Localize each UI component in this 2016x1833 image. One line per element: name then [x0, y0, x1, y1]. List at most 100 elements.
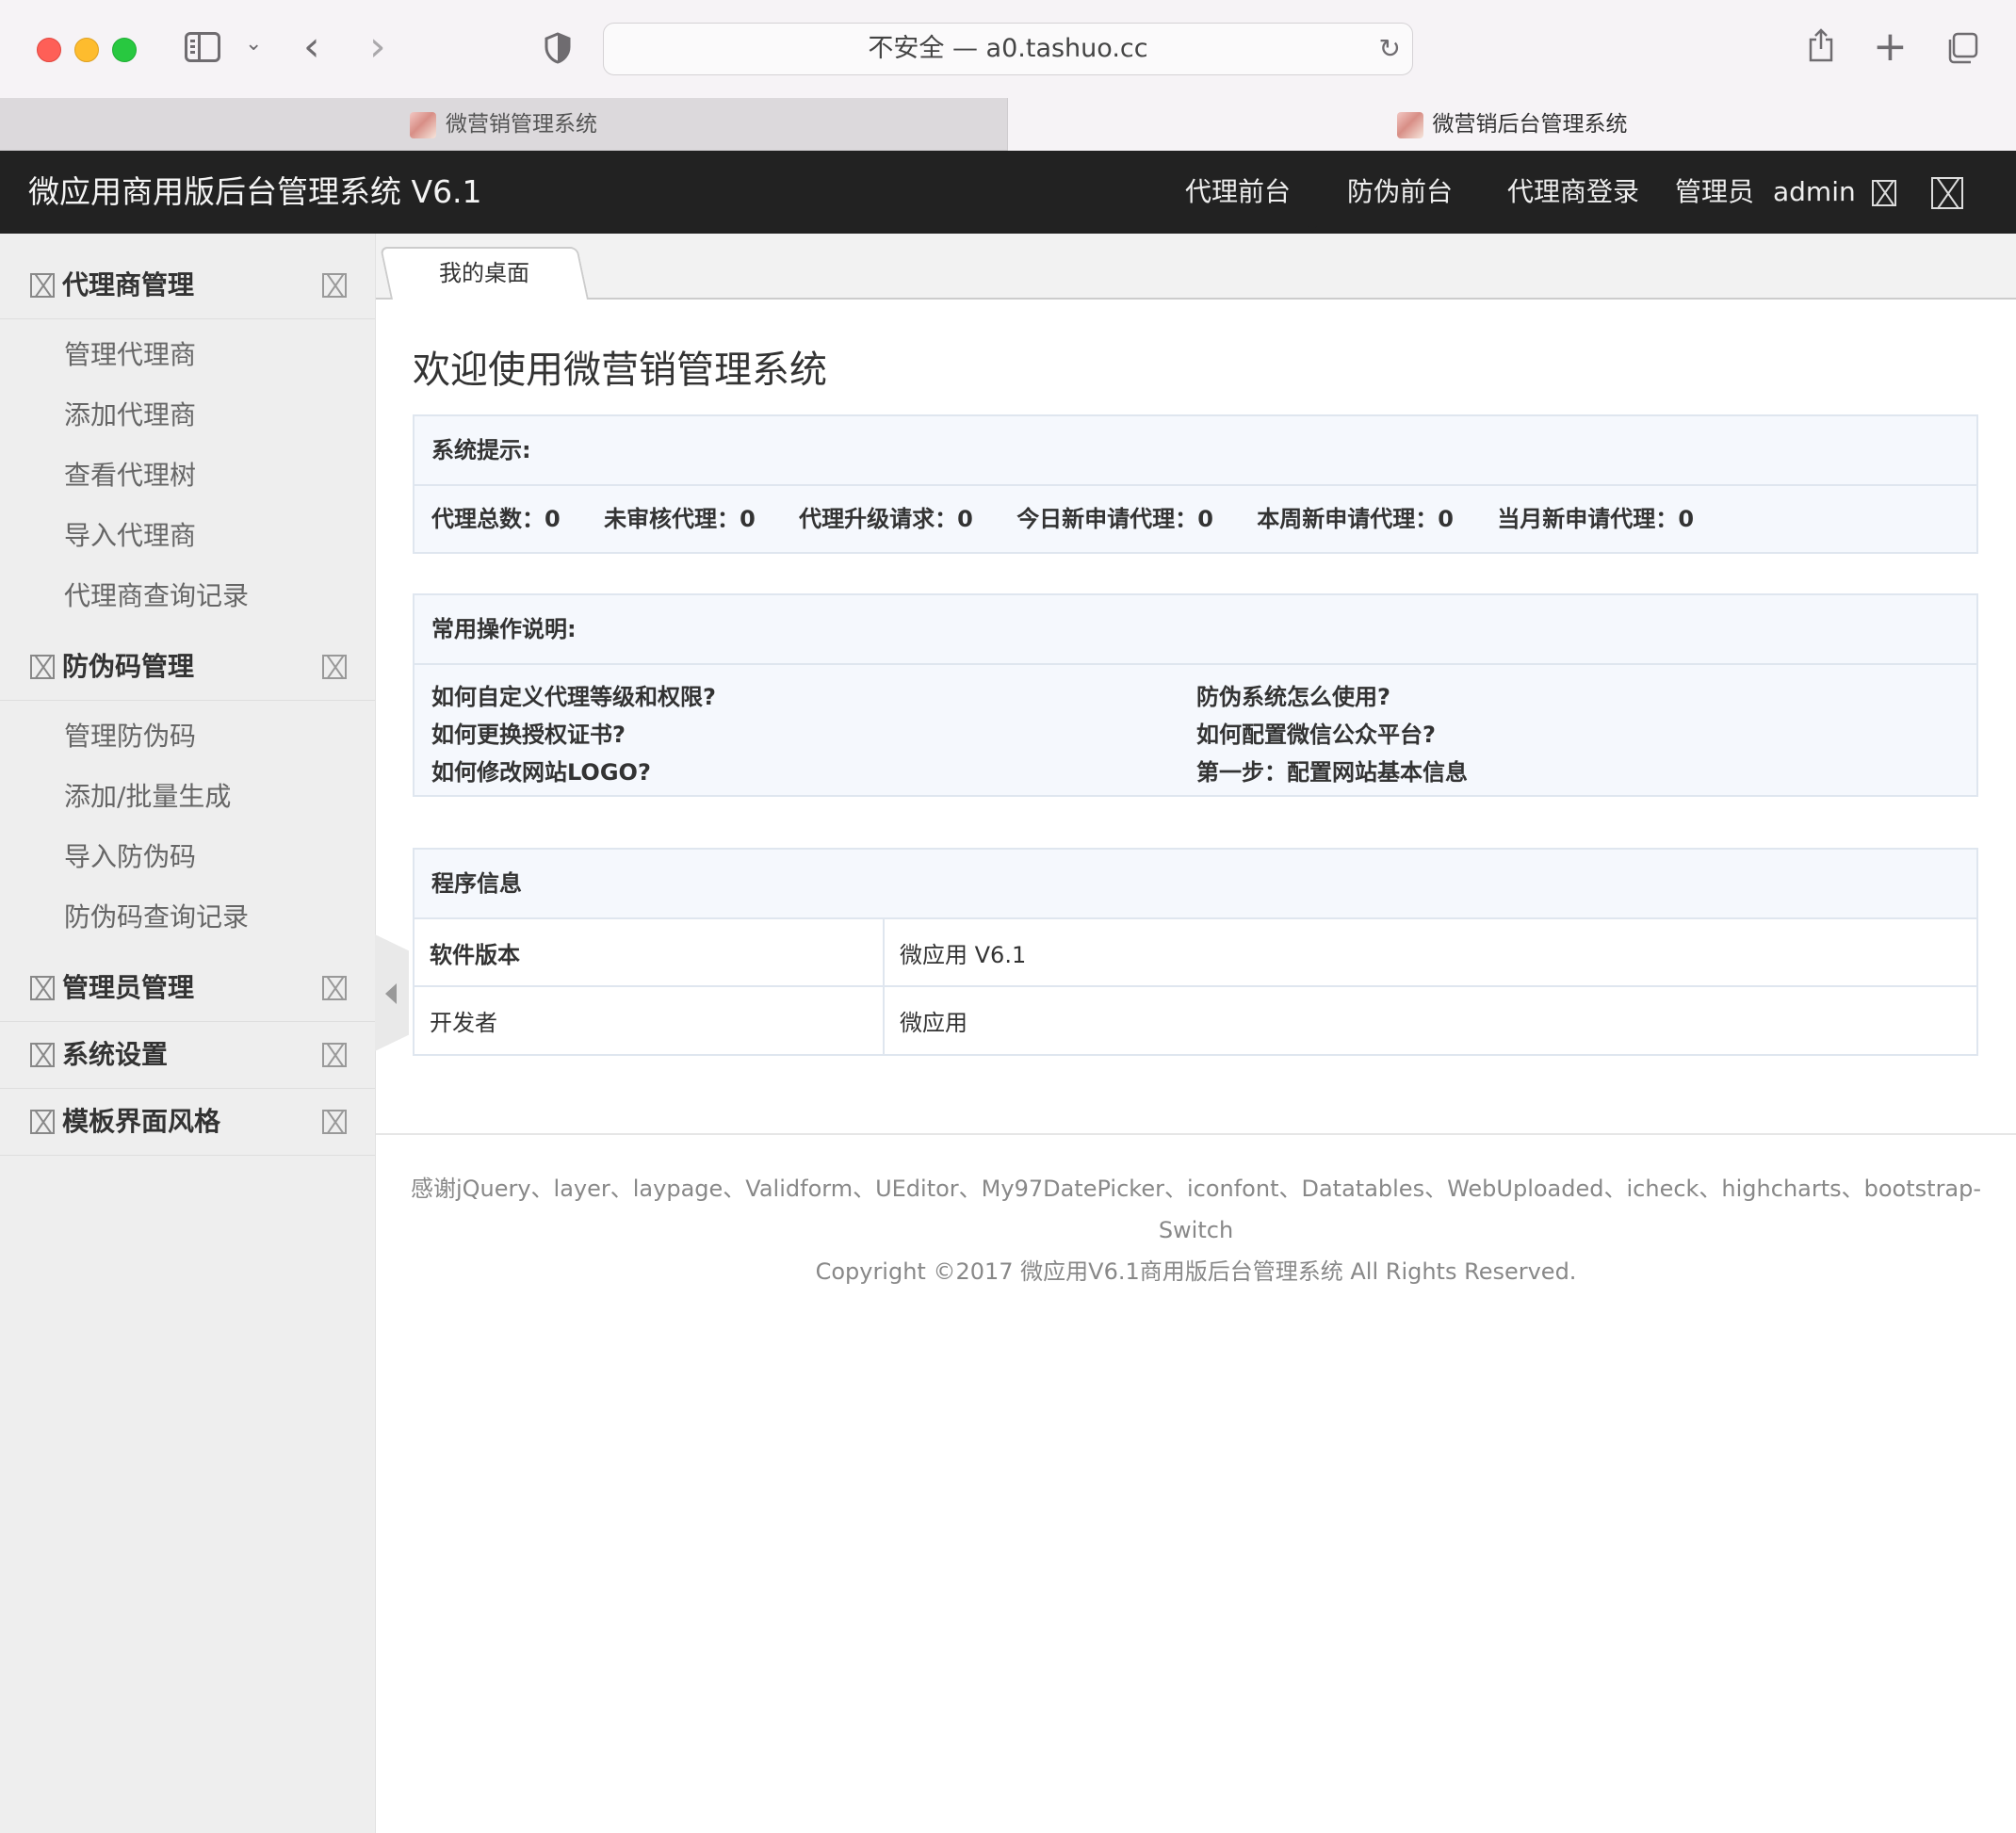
tab-my-desktop[interactable]: 我的桌面: [380, 247, 589, 300]
browser-toolbar: ⌄ ‹ › 不安全 — a0.tashuo.cc ↻ +: [0, 0, 2016, 99]
table-cell-value: 微应用 V6.1: [884, 917, 1976, 986]
table-cell-key: 软件版本: [415, 917, 885, 986]
nav-agent-login[interactable]: 代理商登录: [1507, 151, 1639, 234]
username-text: admin: [1773, 176, 1856, 207]
expand-toggle-icon: [322, 1043, 347, 1067]
faq-link-wechat-config[interactable]: 如何配置微信公众平台?: [1196, 716, 1468, 754]
footer-thanks: 感谢jQuery、layer、laypage、Validform、UEditor…: [410, 1176, 1982, 1243]
expand-toggle-icon: [322, 273, 347, 298]
footer: 感谢jQuery、layer、laypage、Validform、UEditor…: [376, 1168, 2016, 1292]
sidebar-group-label: 管理员管理: [62, 972, 195, 1003]
sidebar-group-anticounterfeit[interactable]: 防伪码管理: [0, 634, 375, 701]
expand-toggle-icon: [322, 655, 347, 679]
chevron-down-icon[interactable]: ⌄: [245, 32, 262, 56]
back-arrow-icon[interactable]: ‹: [303, 19, 320, 75]
maximize-window-button[interactable]: [112, 38, 137, 62]
sidebar-group-admin[interactable]: 管理员管理: [0, 955, 375, 1022]
stat-month-new: 当月新申请代理：0: [1497, 506, 1695, 532]
sidebar-group-label: 防伪码管理: [62, 651, 195, 682]
stat-upgrade-requests: 代理升级请求：0: [799, 506, 973, 532]
sidebar-item-batch-generate[interactable]: 添加/批量生成: [0, 767, 375, 827]
faq-title: 常用操作说明:: [415, 595, 1976, 665]
admin-group-icon: [30, 976, 55, 1000]
agent-group-icon: [30, 273, 55, 298]
tab-overview-icon[interactable]: [1946, 32, 1978, 64]
faq-left-column: 如何自定义代理等级和权限? 如何更换授权证书? 如何修改网站LOGO?: [431, 678, 716, 791]
share-icon[interactable]: [1807, 28, 1835, 62]
browser-tab-1-label: 微营销管理系统: [446, 112, 597, 137]
settings-button[interactable]: [1931, 151, 1963, 234]
faq-link-anticounterfeit-usage[interactable]: 防伪系统怎么使用?: [1196, 678, 1468, 716]
expand-toggle-icon: [322, 1110, 347, 1134]
app-header: 微应用商用版后台管理系统 V6.1 代理前台 防伪前台 代理商登录 管理员 ad…: [0, 151, 2016, 234]
sidebar-item-add-agent[interactable]: 添加代理商: [0, 385, 375, 446]
sidebar-item-manage-agents[interactable]: 管理代理商: [0, 325, 375, 385]
table-row: 软件版本 微应用 V6.1: [415, 917, 1976, 986]
table-cell-key: 开发者: [415, 985, 885, 1054]
faq-right-column: 防伪系统怎么使用? 如何配置微信公众平台? 第一步：配置网站基本信息: [1196, 678, 1468, 791]
faq-link-change-logo[interactable]: 如何修改网站LOGO?: [431, 754, 716, 791]
faq-link-replace-cert[interactable]: 如何更换授权证书?: [431, 716, 716, 754]
table-row: 开发者 微应用: [415, 985, 1976, 1054]
favicon-icon: [1396, 111, 1423, 138]
sidebar-group-agent[interactable]: 代理商管理: [0, 252, 375, 319]
minimize-window-button[interactable]: [74, 38, 99, 62]
close-window-button[interactable]: [37, 38, 61, 62]
sidebar: 代理商管理 管理代理商 添加代理商 查看代理树 导入代理商 代理商查询记录 防伪…: [0, 234, 376, 1833]
faq-link-step-one[interactable]: 第一步：配置网站基本信息: [1196, 754, 1468, 791]
submenu-agent: 管理代理商 添加代理商 查看代理树 导入代理商 代理商查询记录: [0, 319, 375, 634]
faq-list: 如何自定义代理等级和权限? 如何更换授权证书? 如何修改网站LOGO? 防伪系统…: [415, 665, 1976, 795]
user-dropdown-icon: [1871, 180, 1896, 206]
footer-divider: [376, 1133, 2016, 1135]
stat-today-new: 今日新申请代理：0: [1016, 506, 1213, 532]
program-info-panel: 程序信息 软件版本 微应用 V6.1 开发者 微应用: [413, 848, 1978, 1056]
footer-copyright: Copyright ©2017 微应用V6.1商用版后台管理系统 All Rig…: [815, 1258, 1577, 1285]
settings-icon: [1931, 177, 1963, 209]
nav-role-label: 管理员: [1675, 176, 1755, 207]
sidebar-group-label: 模板界面风格: [62, 1106, 221, 1137]
browser-tab-1[interactable]: 微营销管理系统: [0, 98, 1008, 151]
nav-username[interactable]: admin: [1773, 151, 1896, 234]
settings-group-icon: [30, 1043, 55, 1067]
system-notice-title: 系统提示:: [415, 416, 1976, 486]
sidebar-toggle-icon[interactable]: [185, 32, 220, 62]
nav-agent-front[interactable]: 代理前台: [1185, 151, 1291, 234]
favicon-icon: [410, 111, 436, 138]
tab-my-desktop-label: 我的桌面: [439, 260, 530, 286]
sidebar-group-settings[interactable]: 系统设置: [0, 1022, 375, 1089]
faq-panel: 常用操作说明: 如何自定义代理等级和权限? 如何更换授权证书? 如何修改网站LO…: [413, 593, 1978, 797]
reload-icon[interactable]: ↻: [1379, 24, 1401, 74]
content-tab-strip: 我的桌面: [376, 234, 2016, 300]
sidebar-item-manage-codes[interactable]: 管理防伪码: [0, 706, 375, 767]
forward-arrow-icon[interactable]: ›: [369, 19, 386, 75]
page-title: 欢迎使用微营销管理系统: [413, 349, 827, 392]
sidebar-item-import-agents[interactable]: 导入代理商: [0, 506, 375, 566]
sidebar-collapse-handle[interactable]: [375, 934, 409, 1051]
sidebar-item-agent-tree[interactable]: 查看代理树: [0, 446, 375, 506]
table-cell-value: 微应用: [884, 985, 1976, 1054]
program-info-title: 程序信息: [431, 870, 522, 897]
sidebar-item-code-query-log[interactable]: 防伪码查询记录: [0, 887, 375, 948]
address-text: 不安全 — a0.tashuo.cc: [868, 34, 1148, 63]
new-tab-icon[interactable]: +: [1873, 21, 1908, 73]
address-bar[interactable]: 不安全 — a0.tashuo.cc ↻: [603, 23, 1413, 75]
expand-toggle-icon: [322, 976, 347, 1000]
sidebar-group-label: 代理商管理: [62, 269, 195, 300]
browser-tab-2[interactable]: 微营销后台管理系统: [1008, 98, 2016, 151]
program-info-table: 软件版本 微应用 V6.1 开发者 微应用: [415, 917, 1976, 1054]
submenu-anticounterfeit: 管理防伪码 添加/批量生成 导入防伪码 防伪码查询记录: [0, 701, 375, 955]
sidebar-item-agent-query-log[interactable]: 代理商查询记录: [0, 566, 375, 626]
privacy-shield-icon[interactable]: [545, 32, 571, 64]
faq-link-custom-levels[interactable]: 如何自定义代理等级和权限?: [431, 678, 716, 716]
system-stats: 代理总数：0 未审核代理：0 代理升级请求：0 今日新申请代理：0 本周新申请代…: [415, 486, 1976, 552]
app-title: 微应用商用版后台管理系统 V6.1: [28, 173, 482, 210]
caret-down-icon: [1308, 226, 1317, 232]
anticounterfeit-group-icon: [30, 655, 55, 679]
sidebar-group-template-style[interactable]: 模板界面风格: [0, 1089, 375, 1156]
template-group-icon: [30, 1110, 55, 1134]
stat-total-agents: 代理总数：0: [431, 506, 561, 532]
system-notice-panel: 系统提示: 代理总数：0 未审核代理：0 代理升级请求：0 今日新申请代理：0 …: [413, 414, 1978, 554]
stat-week-new: 本周新申请代理：0: [1257, 506, 1454, 532]
nav-anticounterfeit-front[interactable]: 防伪前台: [1347, 151, 1453, 234]
sidebar-item-import-codes[interactable]: 导入防伪码: [0, 827, 375, 887]
